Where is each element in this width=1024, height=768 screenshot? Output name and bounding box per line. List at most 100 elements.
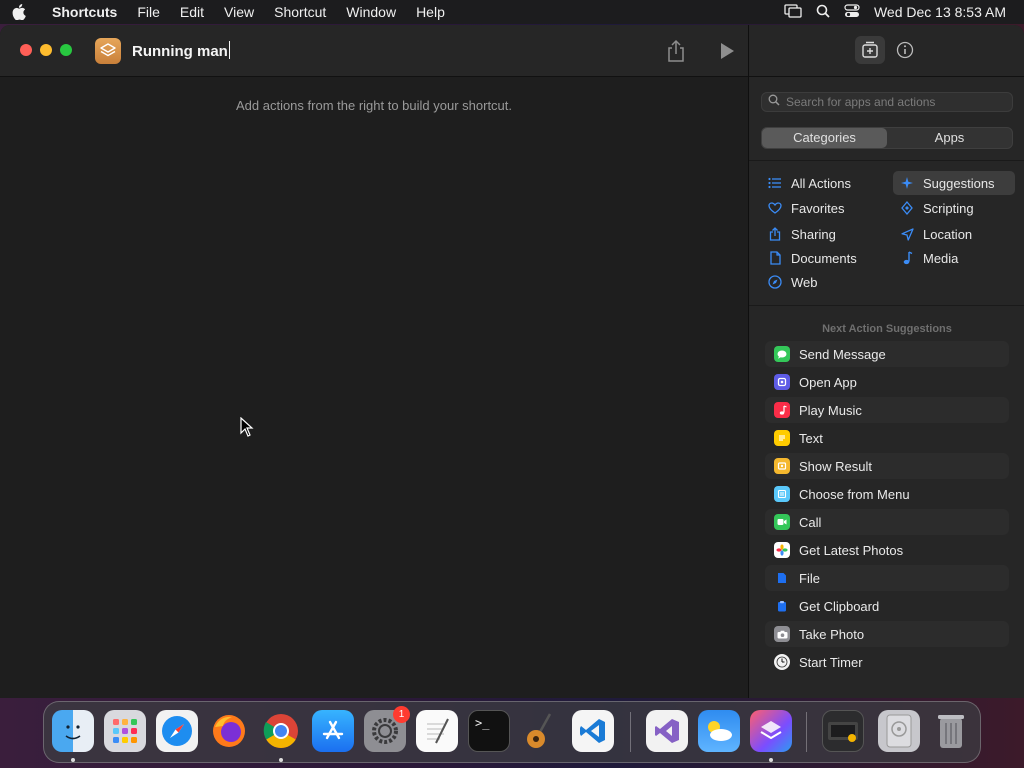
close-window-button[interactable] (20, 44, 32, 56)
menu-app-name[interactable]: Shortcuts (42, 0, 127, 24)
visual-studio-icon[interactable] (646, 710, 688, 752)
shortcuts-icon[interactable] (750, 710, 792, 752)
suggestion-start-timer[interactable]: Start Timer (765, 649, 1009, 675)
clock-icon (774, 654, 790, 670)
shortcut-layers-icon[interactable] (95, 38, 121, 64)
menu-file[interactable]: File (127, 0, 170, 24)
suggestion-get-clipboard[interactable]: Get Clipboard (765, 593, 1009, 619)
run-button[interactable] (717, 40, 737, 62)
segment-categories[interactable]: Categories (762, 128, 887, 148)
guitar-icon[interactable] (520, 710, 562, 752)
suggestion-text[interactable]: Text (765, 425, 1009, 451)
category-all-actions[interactable]: All Actions (761, 171, 883, 195)
disk-icon[interactable] (878, 710, 920, 752)
menu-help[interactable]: Help (406, 0, 455, 24)
screen-mirroring-icon[interactable] (784, 3, 802, 21)
textedit-icon[interactable] (416, 710, 458, 752)
category-label: Web (791, 274, 818, 290)
suggestion-choose-from-menu[interactable]: Choose from Menu (765, 481, 1009, 507)
trash-icon[interactable] (930, 710, 972, 752)
facetime-icon (774, 514, 790, 530)
category-sharing[interactable]: Sharing (761, 222, 883, 246)
firefox-icon[interactable] (208, 710, 250, 752)
sidebar-toolbar (749, 25, 1024, 77)
document-icon (767, 250, 783, 266)
suggestion-open-app[interactable]: Open App (765, 369, 1009, 395)
vscode-icon[interactable] (572, 710, 614, 752)
weather-icon[interactable] (698, 710, 740, 752)
share-button[interactable] (665, 39, 687, 63)
suggestion-take-photo[interactable]: Take Photo (765, 621, 1009, 647)
empty-editor-hint: Add actions from the right to build your… (235, 98, 513, 113)
chrome-icon[interactable] (260, 710, 302, 752)
dock-separator (806, 712, 807, 752)
suggestion-get-latest-photos[interactable]: Get Latest Photos (765, 537, 1009, 563)
suggestion-file[interactable]: File (765, 565, 1009, 591)
category-documents[interactable]: Documents (761, 246, 883, 270)
running-indicator (279, 758, 283, 762)
terminal-icon[interactable]: >_ (468, 710, 510, 752)
suggestion-label: Send Message (799, 346, 886, 362)
launchpad-icon[interactable] (104, 710, 146, 752)
segment-apps[interactable]: Apps (887, 128, 1012, 148)
list-icon (767, 175, 783, 191)
suggestion-play-music[interactable]: Play Music (765, 397, 1009, 423)
action-search-field[interactable] (761, 92, 1013, 112)
menu-window[interactable]: Window (336, 0, 406, 24)
category-scripting[interactable]: Scripting (893, 196, 1015, 220)
category-favorites[interactable]: Favorites (761, 196, 883, 220)
category-label: Scripting (923, 200, 974, 216)
music-note-icon (899, 250, 915, 266)
show-result-icon (774, 458, 790, 474)
share-icon (767, 226, 783, 242)
camera-icon (774, 626, 790, 642)
category-label: Location (923, 226, 973, 242)
spotlight-search-icon[interactable] (816, 4, 830, 21)
file-icon (774, 570, 790, 586)
menu-edit[interactable]: Edit (170, 0, 214, 24)
action-library-sidebar: Categories Apps All Actions Suggestions … (748, 25, 1024, 698)
finder-icon[interactable] (52, 710, 94, 752)
text-caret (228, 41, 230, 59)
category-label: All Actions (791, 175, 851, 191)
music-icon (774, 402, 790, 418)
apple-menu-icon[interactable] (12, 4, 42, 20)
menu-view[interactable]: View (214, 0, 264, 24)
info-icon[interactable] (896, 41, 914, 59)
category-location[interactable]: Location (893, 222, 1015, 246)
app-store-icon[interactable] (312, 710, 354, 752)
category-media[interactable]: Media (893, 246, 1015, 270)
suggestion-label: Take Photo (799, 626, 865, 642)
search-input[interactable] (786, 95, 1006, 109)
shortcut-name-text: Running man (132, 43, 228, 60)
suggestion-label: File (799, 570, 820, 586)
category-web[interactable]: Web (761, 270, 883, 294)
category-label: Favorites (791, 200, 845, 216)
category-suggestions[interactable]: Suggestions (893, 171, 1015, 195)
editor-pane: Running man Add actions from the right t… (0, 25, 748, 698)
minimize-window-button[interactable] (40, 44, 52, 56)
menu-shortcut[interactable]: Shortcut (264, 0, 336, 24)
menu-clock[interactable]: Wed Dec 13 8:53 AM (874, 4, 1006, 20)
downloads-folder-icon[interactable] (822, 710, 864, 752)
action-library-button[interactable] (855, 36, 885, 64)
suggestion-show-result[interactable]: Show Result (765, 453, 1009, 479)
search-icon (768, 93, 780, 111)
compass-icon (767, 274, 783, 290)
messages-icon (774, 346, 790, 362)
suggestion-label: Call (799, 514, 822, 530)
zoom-window-button[interactable] (60, 44, 72, 56)
suggestion-label: Start Timer (799, 654, 863, 670)
suggestion-send-message[interactable]: Send Message (765, 341, 1009, 367)
terminal-prompt-glyph: >_ (475, 716, 490, 730)
safari-icon[interactable] (156, 710, 198, 752)
menu-bar: Shortcuts File Edit View Shortcut Window… (0, 0, 1024, 24)
suggestion-call[interactable]: Call (765, 509, 1009, 535)
shortcut-name-field[interactable]: Running man (132, 41, 230, 60)
suggestion-label: Play Music (799, 402, 862, 418)
divider (749, 305, 1024, 306)
category-label: Sharing (791, 226, 836, 242)
settings-icon[interactable]: 1 (364, 706, 410, 752)
control-center-icon[interactable] (844, 3, 860, 21)
category-label: Documents (791, 250, 857, 266)
